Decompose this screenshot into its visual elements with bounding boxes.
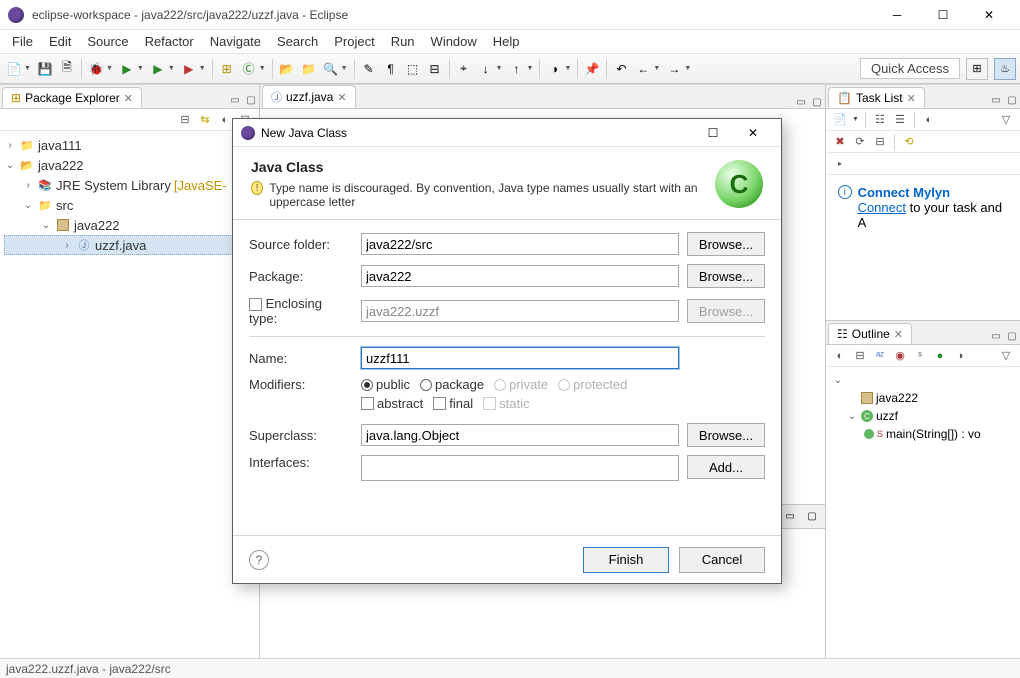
dialog-maximize-button[interactable]: ☐ — [693, 120, 733, 146]
dialog-titlebar[interactable]: New Java Class ☐ ✕ — [233, 119, 781, 147]
label-interfaces: Interfaces: — [249, 455, 353, 470]
source-folder-input[interactable] — [361, 233, 679, 255]
label-package: Package: — [249, 269, 353, 284]
eclipse-icon — [241, 126, 255, 140]
enclosing-type-input — [361, 300, 679, 322]
browse-package-button[interactable]: Browse... — [687, 264, 765, 288]
statusbar-text: java222.uzzf.java - java222/src — [6, 662, 171, 676]
package-input[interactable] — [361, 265, 679, 287]
modifier-public-radio[interactable]: public — [361, 377, 410, 392]
modifier-abstract-checkbox[interactable]: abstract — [361, 396, 423, 411]
cancel-button[interactable]: Cancel — [679, 547, 765, 573]
modifier-protected-radio: protected — [558, 377, 627, 392]
browse-source-folder-button[interactable]: Browse... — [687, 232, 765, 256]
warning-icon: ! — [251, 181, 263, 195]
modifier-final-checkbox[interactable]: final — [433, 396, 473, 411]
browse-enclosing-button: Browse... — [687, 299, 765, 323]
statusbar: java222.uzzf.java - java222/src — [0, 658, 1020, 678]
modifier-package-radio[interactable]: package — [420, 377, 484, 392]
new-java-class-dialog: New Java Class ☐ ✕ Java Class ! Type nam… — [232, 118, 782, 584]
label-name: Name: — [249, 351, 353, 366]
finish-button[interactable]: Finish — [583, 547, 669, 573]
class-wizard-icon: C — [715, 160, 763, 208]
label-enclosing-type: Enclosing type: — [249, 296, 353, 326]
interfaces-list[interactable] — [361, 455, 679, 481]
dialog-close-button[interactable]: ✕ — [733, 120, 773, 146]
browse-superclass-button[interactable]: Browse... — [687, 423, 765, 447]
enclosing-type-checkbox[interactable] — [249, 298, 262, 311]
help-button[interactable]: ? — [249, 550, 269, 570]
label-modifiers: Modifiers: — [249, 377, 353, 392]
superclass-input[interactable] — [361, 424, 679, 446]
add-interface-button[interactable]: Add... — [687, 455, 765, 479]
dialog-header: Java Class — [251, 159, 715, 175]
modifier-static-checkbox: static — [483, 396, 529, 411]
name-input[interactable] — [361, 347, 679, 369]
label-superclass: Superclass: — [249, 428, 353, 443]
dialog-title: New Java Class — [261, 126, 347, 140]
dialog-warning: Type name is discouraged. By convention,… — [269, 181, 715, 209]
label-source-folder: Source folder: — [249, 237, 353, 252]
modifier-private-radio: private — [494, 377, 548, 392]
